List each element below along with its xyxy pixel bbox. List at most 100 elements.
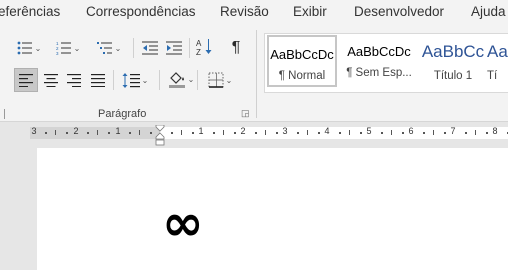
separator [133,38,134,58]
ruler-dot [107,132,110,134]
ruler-dot [338,132,341,134]
multilevel-list-icon [96,42,112,54]
ruler-tick [391,130,392,135]
ruler-tick [265,130,266,135]
decrease-indent-button[interactable] [141,37,159,59]
indent-marker-icon[interactable] [155,125,165,149]
style-name: ¶ Normal [278,70,326,82]
bullets-icon [17,41,32,55]
ruler-number: 7 [450,126,456,136]
chevron-down-icon: ⌄ [225,75,233,85]
style-normal[interactable]: AaBbCcDc ¶ Normal [267,35,337,87]
style-sample: AaBbCc [421,42,485,61]
ruler-number: 8 [492,126,498,136]
bullets-button[interactable]: ⌄ [16,37,42,59]
align-left-icon [19,73,33,87]
group-separator [256,30,257,118]
ribbon-tabs: eferências Correspondências Revisão Exib… [0,0,508,24]
svg-text:3: 3 [56,51,59,55]
chevron-down-icon: ⌄ [141,75,149,85]
chevron-down-icon: ⌄ [34,43,42,53]
ruler-tick [181,130,182,135]
tab-correspondencias[interactable]: Correspondências [86,4,196,19]
show-hide-button[interactable]: ¶ [226,37,246,59]
ruler-left-margin [30,127,160,139]
ruler-number: 1 [115,126,121,136]
align-left-button[interactable] [14,68,38,92]
ruler-dot [380,132,383,134]
ruler-tick [97,130,98,135]
tab-referencias[interactable]: eferências [0,4,60,19]
style-sample: AaBbCcDc [270,47,334,62]
ruler-tick [433,130,434,135]
justify-button[interactable] [88,69,108,91]
ruler-dot [254,132,257,134]
infinity-symbol[interactable]: ∞ [162,198,204,248]
style-sample: AaBbCcDc [347,44,411,59]
increase-indent-button[interactable] [165,37,183,59]
ruler-dot [149,132,152,134]
increase-indent-icon [166,41,182,55]
svg-text:Z: Z [196,48,201,56]
ruler-dot [86,132,89,134]
ruler-dot [233,132,236,134]
ruler-dot [485,132,488,134]
multilevel-list-button[interactable]: ⌄ [94,37,124,59]
chevron-down-icon: ⌄ [73,43,81,53]
tab-revisao[interactable]: Revisão [220,4,269,19]
ruler-dot [422,132,425,134]
pilcrow-icon: ¶ [231,39,241,56]
ruler-dot [401,132,404,134]
style-name: Título 1 [433,70,473,82]
paragraph-group-label: Parágrafo [98,108,147,120]
line-spacing-icon [122,72,140,88]
ruler-tick [139,130,140,135]
ruler-dot [275,132,278,134]
ruler-dot [128,132,131,134]
justify-icon [91,73,105,87]
ruler-number: 4 [324,126,330,136]
ruler-number: 2 [73,126,79,136]
align-right-button[interactable] [64,69,84,91]
align-center-button[interactable] [41,69,61,91]
line-spacing-button[interactable]: ⌄ [119,69,151,91]
document-page[interactable] [37,148,508,270]
style-heading-2[interactable]: AaB Tí [487,34,508,90]
styles-gallery: AaBbCcDc ¶ Normal AaBbCcDc ¶ Sem Esp... … [264,33,508,93]
tab-exibir[interactable]: Exibir [293,4,327,19]
ruler-tick [475,130,476,135]
style-no-spacing[interactable]: AaBbCcDc ¶ Sem Esp... [341,34,417,90]
previous-group-edge [0,109,5,119]
align-center-icon [44,73,58,87]
ruler-dot [443,132,446,134]
dialog-launcher-icon[interactable]: ◲ [241,109,250,118]
numbering-button[interactable]: 1 2 3 ⌄ [55,37,81,59]
ruler-tick [307,130,308,135]
align-right-icon [67,73,81,87]
style-heading-1[interactable]: AaBbCc Título 1 [415,34,491,90]
chevron-down-icon: ⌄ [187,74,195,84]
tab-desenvolvedor[interactable]: Desenvolvedor [354,4,444,19]
separator [189,38,190,58]
tab-ajuda[interactable]: Ajuda [471,4,506,19]
separator [159,70,160,90]
sort-icon: A Z [196,39,212,56]
style-sample: AaB [487,42,508,61]
style-name: Tí [487,70,498,82]
borders-icon [208,72,224,88]
ruler-dot [44,132,47,134]
ruler-number: 2 [240,126,246,136]
ruler-tick [349,130,350,135]
ruler-dot [464,132,467,134]
ruler-dot [359,132,362,134]
ruler-dot [191,132,194,134]
shading-button[interactable]: ⌄ [166,68,196,90]
ruler-number: 3 [31,126,37,136]
chevron-down-icon: ⌄ [114,43,122,53]
ruler-number: 5 [366,126,372,136]
sort-button[interactable]: A Z [194,36,216,58]
ruler-dot [317,132,320,134]
ruler-number: 1 [198,126,204,136]
paint-bucket-icon [168,72,185,88]
borders-button[interactable]: ⌄ [203,69,237,91]
